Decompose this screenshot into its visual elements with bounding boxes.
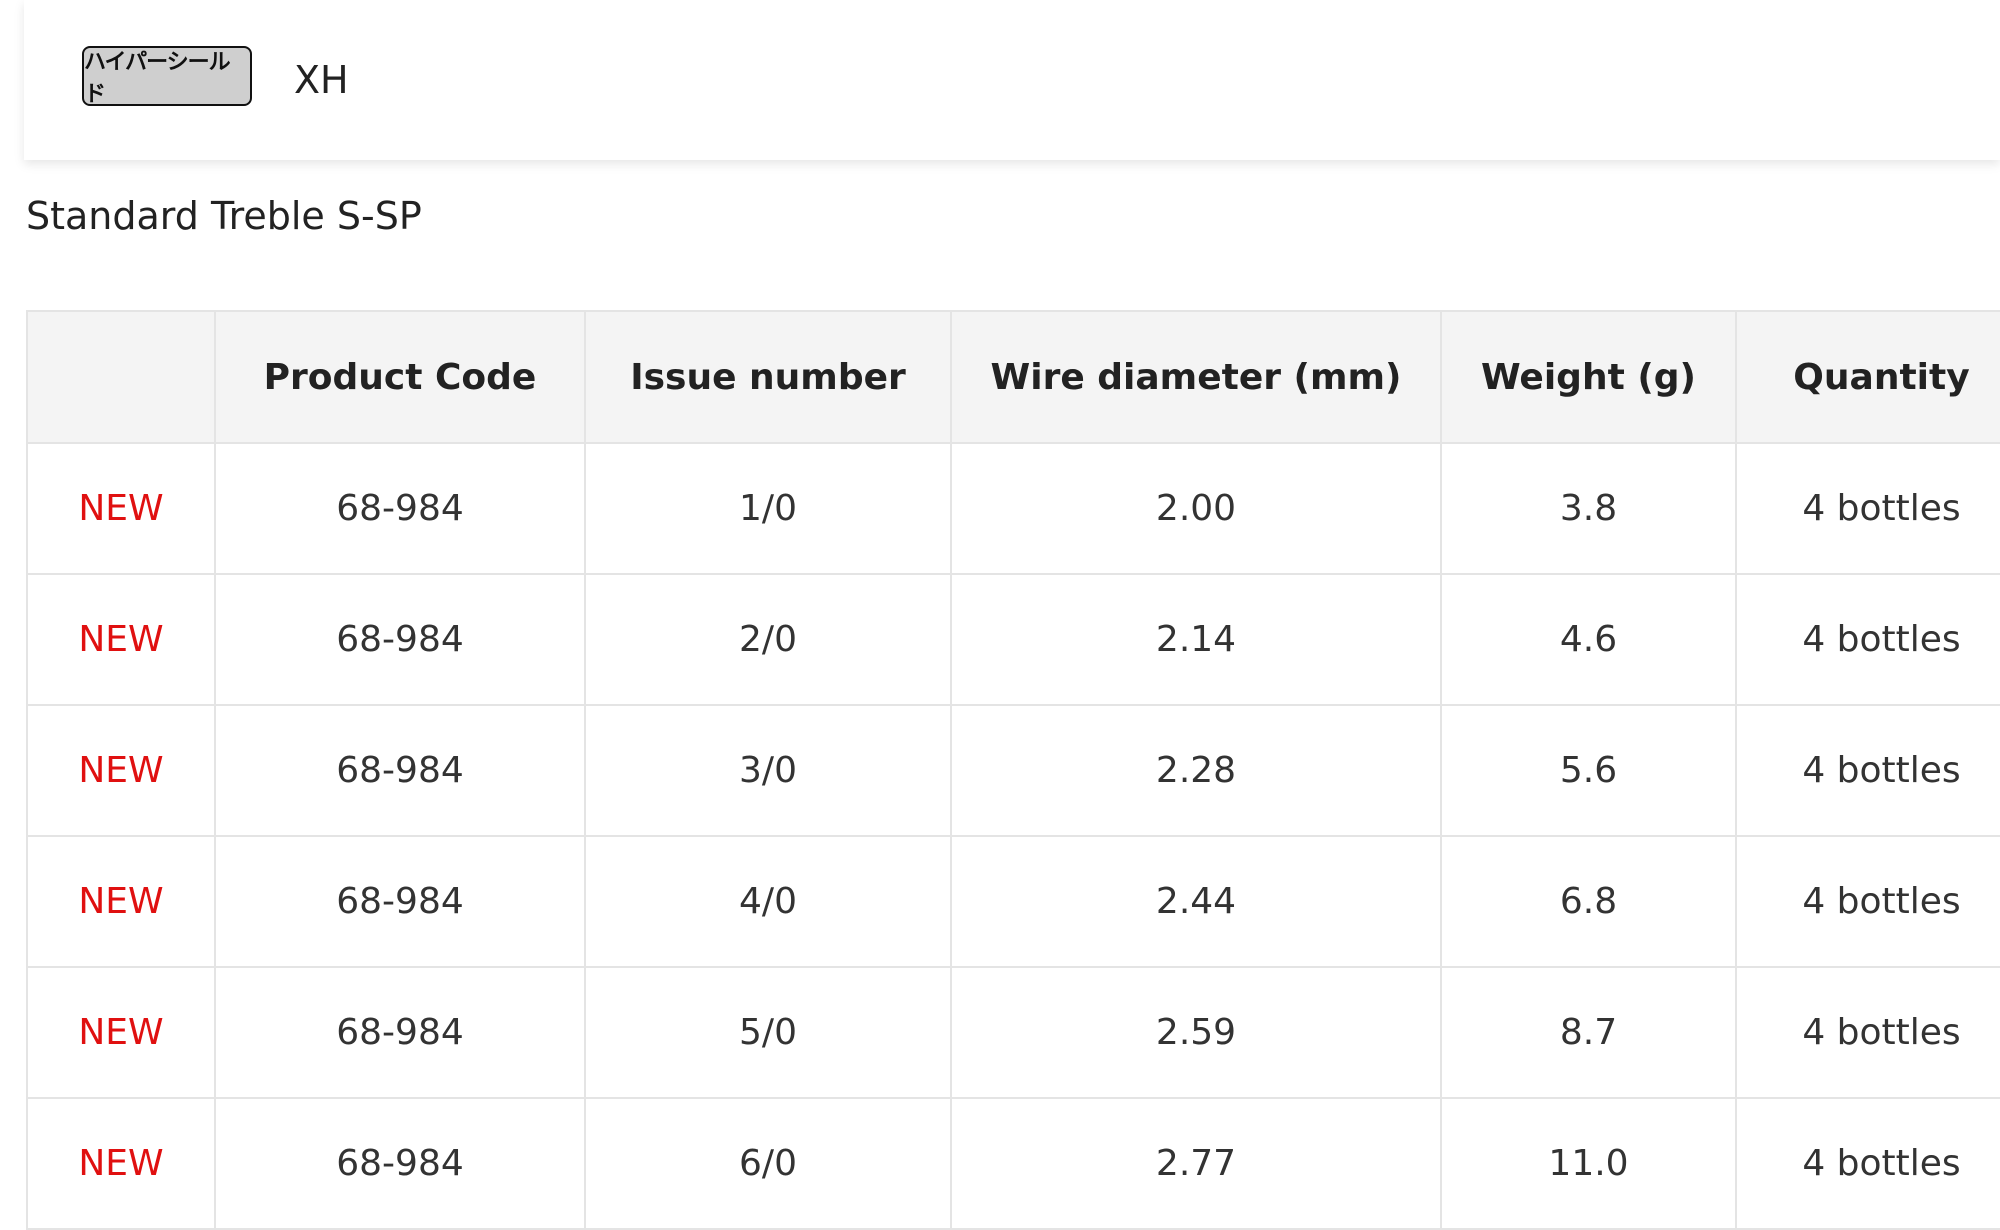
table-row: NEW 68-984 1/0 2.00 3.8 4 bottles [26, 442, 2000, 575]
table-row: NEW 68-984 3/0 2.28 5.6 4 bottles [26, 704, 2000, 837]
product-header-card: ハイパーシールド XH [24, 0, 2000, 160]
spec-table: Product Code Issue number Wire diameter … [26, 310, 2000, 1230]
issue-number-cell: 2/0 [584, 573, 952, 706]
wire-diameter-cell: 2.59 [950, 966, 1442, 1099]
product-code-cell: 68-984 [214, 835, 586, 968]
hyper-shield-badge: ハイパーシールド [82, 46, 252, 107]
issue-number-cell: 3/0 [584, 704, 952, 837]
new-tag: NEW [26, 573, 216, 706]
issue-number-cell: 4/0 [584, 835, 952, 968]
series-label: XH [294, 58, 349, 102]
column-header-weight: Weight (g) [1440, 310, 1737, 444]
wire-diameter-cell: 2.44 [950, 835, 1442, 968]
new-tag: NEW [26, 966, 216, 1099]
quantity-cell: 4 bottles [1735, 1097, 2000, 1230]
new-tag: NEW [26, 704, 216, 837]
quantity-cell: 4 bottles [1735, 966, 2000, 1099]
spec-table-container: Product Code Issue number Wire diameter … [26, 310, 2000, 1230]
column-header-tag [26, 310, 216, 444]
product-code-cell: 68-984 [214, 704, 586, 837]
weight-cell: 8.7 [1440, 966, 1737, 1099]
weight-cell: 4.6 [1440, 573, 1737, 706]
table-header-row: Product Code Issue number Wire diameter … [26, 310, 2000, 444]
table-row: NEW 68-984 5/0 2.59 8.7 4 bottles [26, 966, 2000, 1099]
column-header-quantity: Quantity [1735, 310, 2000, 444]
new-tag: NEW [26, 1097, 216, 1230]
weight-cell: 11.0 [1440, 1097, 1737, 1230]
wire-diameter-cell: 2.00 [950, 442, 1442, 575]
table-row: NEW 68-984 4/0 2.44 6.8 4 bottles [26, 835, 2000, 968]
product-code-cell: 68-984 [214, 442, 586, 575]
quantity-cell: 4 bottles [1735, 835, 2000, 968]
new-tag: NEW [26, 442, 216, 575]
product-code-cell: 68-984 [214, 1097, 586, 1230]
wire-diameter-cell: 2.77 [950, 1097, 1442, 1230]
quantity-cell: 4 bottles [1735, 573, 2000, 706]
quantity-cell: 4 bottles [1735, 442, 2000, 575]
product-code-cell: 68-984 [214, 573, 586, 706]
column-header-product-code: Product Code [214, 310, 586, 444]
issue-number-cell: 6/0 [584, 1097, 952, 1230]
column-header-wire-diameter: Wire diameter (mm) [950, 310, 1442, 444]
table-row: NEW 68-984 6/0 2.77 11.0 4 bottles [26, 1097, 2000, 1230]
weight-cell: 6.8 [1440, 835, 1737, 968]
wire-diameter-cell: 2.14 [950, 573, 1442, 706]
weight-cell: 3.8 [1440, 442, 1737, 575]
quantity-cell: 4 bottles [1735, 704, 2000, 837]
product-code-cell: 68-984 [214, 966, 586, 1099]
new-tag: NEW [26, 835, 216, 968]
product-title: Standard Treble S-SP [26, 194, 422, 238]
table-row: NEW 68-984 2/0 2.14 4.6 4 bottles [26, 573, 2000, 706]
issue-number-cell: 5/0 [584, 966, 952, 1099]
weight-cell: 5.6 [1440, 704, 1737, 837]
wire-diameter-cell: 2.28 [950, 704, 1442, 837]
column-header-issue-number: Issue number [584, 310, 952, 444]
issue-number-cell: 1/0 [584, 442, 952, 575]
